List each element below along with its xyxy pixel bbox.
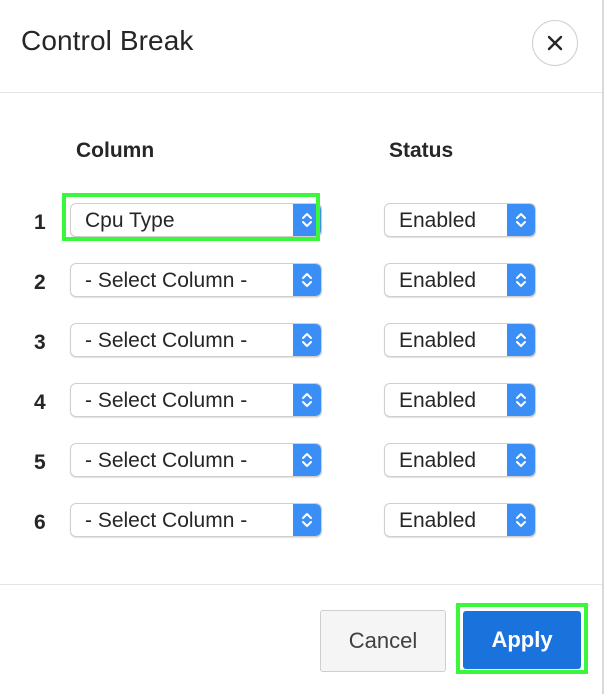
- status-select[interactable]: Enabled: [384, 263, 536, 297]
- status-select[interactable]: Enabled: [384, 203, 536, 237]
- select-arrows-icon: [293, 504, 321, 536]
- select-arrows-icon: [293, 384, 321, 416]
- select-arrows-icon: [507, 204, 535, 236]
- status-header: Status: [389, 139, 454, 162]
- control-break-dialog: Control Break Column Status 1 Cpu Type E…: [0, 0, 604, 694]
- select-arrows-icon: [293, 264, 321, 296]
- dialog-header: Control Break: [0, 0, 602, 93]
- row-number: 5: [34, 451, 46, 474]
- status-select[interactable]: Enabled: [384, 503, 536, 537]
- select-arrows-icon: [507, 264, 535, 296]
- status-select-value: Enabled: [399, 389, 477, 412]
- column-select-value: - Select Column -: [85, 269, 248, 292]
- select-arrows-icon: [293, 444, 321, 476]
- column-select[interactable]: - Select Column -: [70, 443, 322, 477]
- select-arrows-icon: [507, 384, 535, 416]
- status-select-value: Enabled: [399, 329, 477, 352]
- status-select-value: Enabled: [399, 509, 477, 532]
- column-select[interactable]: - Select Column -: [70, 383, 322, 417]
- status-select-value: Enabled: [399, 269, 477, 292]
- row-number: 3: [34, 331, 46, 354]
- status-select[interactable]: Enabled: [384, 323, 536, 357]
- row-number: 2: [34, 271, 46, 294]
- column-select-value: - Select Column -: [85, 329, 248, 352]
- column-select[interactable]: - Select Column -: [70, 263, 322, 297]
- row-number: 4: [34, 391, 46, 414]
- dialog-title: Control Break: [21, 25, 194, 56]
- status-select[interactable]: Enabled: [384, 443, 536, 477]
- column-select[interactable]: - Select Column -: [70, 323, 322, 357]
- column-select-value: - Select Column -: [85, 389, 248, 412]
- column-select-value: - Select Column -: [85, 509, 248, 532]
- cancel-button[interactable]: Cancel: [320, 610, 446, 672]
- status-select-value: Enabled: [399, 449, 477, 472]
- apply-button[interactable]: Apply: [463, 611, 581, 669]
- column-select[interactable]: - Select Column -: [70, 503, 322, 537]
- select-arrows-icon: [507, 444, 535, 476]
- close-icon: [547, 35, 563, 51]
- status-select[interactable]: Enabled: [384, 383, 536, 417]
- select-arrows-icon: [507, 504, 535, 536]
- row-number: 1: [34, 211, 46, 234]
- row-number: 6: [34, 511, 46, 534]
- column-select-highlight: [62, 193, 320, 241]
- select-arrows-icon: [507, 324, 535, 356]
- select-arrows-icon: [293, 324, 321, 356]
- column-select-value: - Select Column -: [85, 449, 248, 472]
- close-button[interactable]: [532, 20, 578, 66]
- status-select-value: Enabled: [399, 209, 477, 232]
- column-header: Column: [76, 139, 155, 162]
